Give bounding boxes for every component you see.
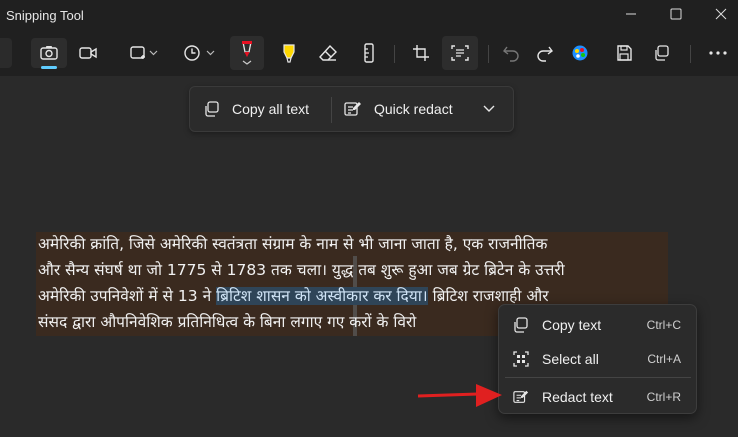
copy-icon: [514, 317, 528, 333]
pen-tool-button[interactable]: [230, 36, 264, 70]
context-menu-redact-text[interactable]: Redact text Ctrl+R: [505, 381, 691, 413]
eraser-icon: [319, 44, 337, 61]
toolbar-divider: [488, 45, 489, 63]
toolbar: [0, 32, 738, 76]
eraser-tool-button[interactable]: [314, 38, 342, 68]
crop-tool-button[interactable]: [406, 38, 436, 68]
ruler-icon: [364, 43, 374, 63]
paint-icon: [572, 45, 588, 61]
quick-redact-dropdown[interactable]: [482, 87, 496, 131]
context-menu-select-all[interactable]: Select all Ctrl+A: [505, 343, 691, 375]
redo-button[interactable]: [532, 38, 558, 68]
text-actions-icon: [451, 45, 469, 61]
text-line-4[interactable]: संसद द्वारा औपनिवेशिक प्रतिनिधित्व के बि…: [38, 311, 416, 333]
snip-mode-dropdown[interactable]: [124, 38, 164, 68]
chevron-down-icon: [483, 105, 495, 112]
redact-text-shortcut: Ctrl+R: [646, 390, 681, 404]
toolbar-divider: [690, 45, 691, 63]
app-title: Snipping Tool: [6, 8, 84, 23]
timer-dropdown[interactable]: [180, 38, 220, 68]
save-button[interactable]: [610, 38, 638, 68]
context-menu: Copy text Ctrl+C Select all Ctrl+A Redac…: [498, 304, 697, 414]
close-button[interactable]: [706, 4, 736, 24]
quick-redact-label: Quick redact: [374, 101, 453, 117]
redact-icon: [344, 102, 361, 116]
annotation-arrow-icon: [418, 384, 502, 407]
select-all-icon: [513, 351, 529, 367]
active-mode-indicator: [41, 66, 57, 69]
text-line-3[interactable]: अमेरिकी उपनिवेशों में से 13 ने ब्रिटिश श…: [38, 285, 549, 307]
copy-text-label: Copy text: [542, 317, 602, 333]
text-line-1[interactable]: अमेरिकी क्रांति, जिसे अमेरिकी स्वतंत्रता…: [38, 233, 547, 255]
open-in-paint-button[interactable]: [566, 38, 594, 68]
highlighter-tool-button[interactable]: [276, 38, 302, 68]
text-actions-bar: Copy all text Quick redact: [189, 86, 514, 132]
ruler-tool-button[interactable]: [356, 38, 382, 68]
select-all-label: Select all: [542, 351, 599, 367]
more-options-button[interactable]: [704, 38, 732, 68]
context-menu-divider: [505, 377, 691, 378]
copy-icon: [205, 101, 219, 117]
maximize-button[interactable]: [661, 4, 691, 24]
timer-icon: [184, 45, 215, 61]
select-all-shortcut: Ctrl+A: [647, 352, 681, 366]
redact-text-label: Redact text: [542, 389, 613, 405]
redo-icon: [537, 46, 553, 62]
pen-icon: [242, 41, 252, 65]
video-mode-button[interactable]: [72, 38, 104, 68]
copy-button[interactable]: [648, 38, 676, 68]
highlighter-icon: [283, 44, 295, 63]
snip-mode-icon: [130, 46, 158, 59]
maximize-icon: [670, 8, 682, 20]
minimize-icon: [626, 13, 636, 15]
text-actions-divider: [331, 97, 332, 123]
context-menu-copy-text[interactable]: Copy text Ctrl+C: [505, 309, 691, 341]
save-icon: [617, 45, 632, 61]
copy-all-text-label: Copy all text: [232, 101, 310, 117]
more-icon: [709, 51, 727, 55]
text-actions-button[interactable]: [442, 36, 478, 70]
copy-text-shortcut: Ctrl+C: [646, 318, 681, 332]
camera-icon: [40, 46, 58, 60]
screenshot-mode-button[interactable]: [31, 38, 67, 68]
copy-icon: [655, 45, 669, 61]
undo-icon: [503, 46, 519, 62]
copy-all-text-button[interactable]: Copy all text: [204, 87, 309, 131]
text-line-3-start: अमेरिकी उपनिवेशों में से 13 ने: [38, 287, 217, 305]
quick-redact-button[interactable]: Quick redact: [344, 87, 453, 131]
crop-icon: [413, 45, 429, 61]
toolbar-divider: [394, 45, 395, 63]
close-icon: [715, 8, 727, 20]
redact-icon: [513, 390, 529, 403]
video-icon: [79, 47, 97, 59]
text-line-3-end: ब्रिटिश राजशाही और: [427, 287, 549, 305]
text-line-2[interactable]: और सैन्य संघर्ष था जो 1775 से 1783 तक चल…: [38, 259, 565, 281]
selected-text[interactable]: ब्रिटिश शासन को अस्वीकार कर दिया।: [216, 287, 428, 305]
undo-button[interactable]: [498, 38, 524, 68]
new-snip-button[interactable]: [0, 38, 12, 68]
title-bar: Snipping Tool: [0, 0, 738, 32]
minimize-button[interactable]: [616, 4, 646, 24]
